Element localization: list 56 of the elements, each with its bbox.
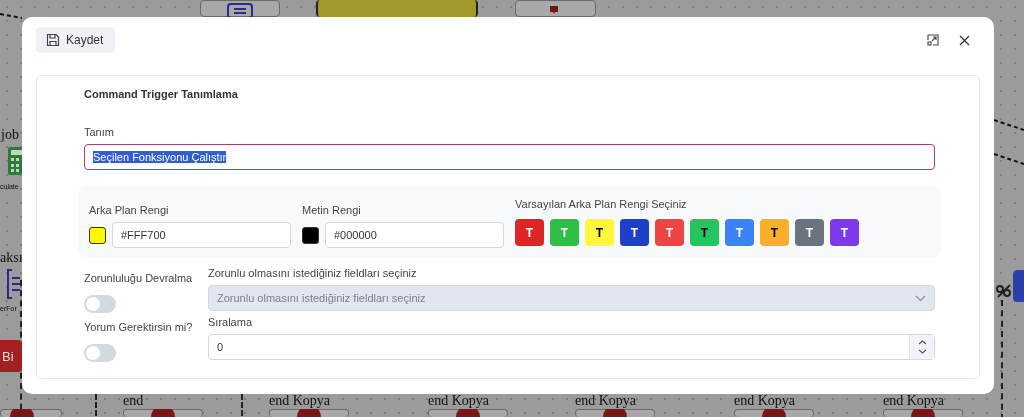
field-label: Tanım xyxy=(84,126,115,138)
stop-icon xyxy=(151,409,175,417)
stop-icon xyxy=(911,409,935,417)
toggle-label: Zorunluluğu Devralma xyxy=(84,272,194,284)
field-label: Sıralama xyxy=(208,316,254,328)
stop-icon xyxy=(297,409,321,417)
dashed-connector xyxy=(994,118,1024,168)
color-preset[interactable]: T xyxy=(795,219,824,246)
field-label: Varsayılan Arka Plan Rengi Seçiniz xyxy=(515,198,688,210)
order-field[interactable]: 0 xyxy=(208,334,935,360)
stop-icon xyxy=(603,409,627,417)
expand-icon[interactable] xyxy=(927,34,939,46)
node-button[interactable]: Bi xyxy=(0,340,22,372)
close-icon[interactable] xyxy=(959,34,970,46)
link-icon xyxy=(994,282,1014,300)
node-label: end Kopya xyxy=(575,393,637,409)
field-label: Metin Rengi xyxy=(302,204,362,216)
stop-icon xyxy=(10,409,34,417)
color-preset[interactable]: T xyxy=(725,219,754,246)
pin-icon xyxy=(550,6,558,16)
chevron-icon xyxy=(915,294,926,302)
color-swatch[interactable] xyxy=(302,226,319,244)
color-preset[interactable]: T xyxy=(620,219,649,246)
stop-icon xyxy=(762,409,786,417)
form-icon xyxy=(6,268,22,300)
node-label: job xyxy=(1,127,19,143)
toggle-switch[interactable] xyxy=(84,295,116,313)
form-title: Command Trigger Tanımlama xyxy=(84,88,239,100)
color-preset[interactable]: T xyxy=(655,219,684,246)
spinner-icon[interactable] xyxy=(909,335,934,359)
definition-field[interactable]: Seçilen Fonksiyonu Çalıştır xyxy=(84,144,935,170)
save-button[interactable]: Kaydet xyxy=(36,27,116,53)
workflow-node[interactable] xyxy=(515,0,596,17)
color-preset[interactable]: T xyxy=(585,219,614,246)
color-field[interactable]: #000000 xyxy=(325,222,504,248)
node-label: end Kopya xyxy=(883,393,945,409)
color-preset[interactable]: T xyxy=(830,219,859,246)
node-label: end Kopya xyxy=(428,393,490,409)
toggle-switch[interactable] xyxy=(84,344,116,362)
color-swatch[interactable] xyxy=(89,226,106,244)
node-label: end xyxy=(123,393,144,409)
node-label: aksı xyxy=(0,250,23,266)
node-label: end Kopya xyxy=(269,393,331,409)
field-label: Zorunlu olmasını istediğiniz fieldları seçiniz xyxy=(208,267,418,279)
toggle-label: Yorum Gerektirsin mi? xyxy=(84,321,194,333)
node-label: end Kopya xyxy=(734,393,796,409)
workflow-node[interactable] xyxy=(316,0,478,17)
color-preset[interactable]: T xyxy=(515,219,544,246)
color-preset[interactable]: T xyxy=(760,219,789,246)
calculator-icon xyxy=(8,147,22,175)
color-preset[interactable]: T xyxy=(690,219,719,246)
list-icon xyxy=(226,2,254,17)
stop-icon xyxy=(456,409,480,417)
color-field[interactable]: #FFF700 xyxy=(112,222,291,248)
field-label: Arka Plan Rengi xyxy=(89,204,170,216)
save-icon xyxy=(46,33,60,47)
